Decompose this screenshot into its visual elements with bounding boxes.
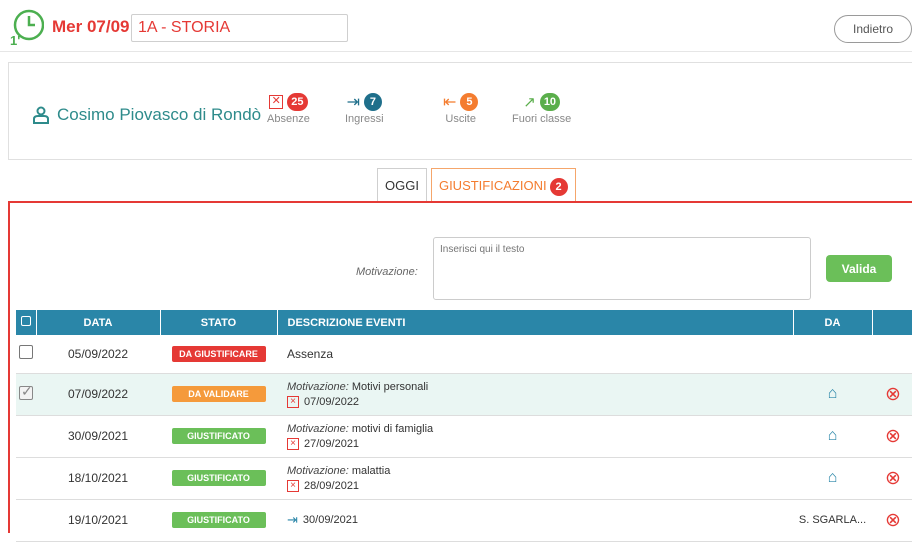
student-panel: Cosimo Piovasco di Rondò ✕ 25 Absenze ⇥ …	[8, 62, 912, 160]
lesson-date: Mer 07/09	[52, 17, 130, 36]
motivazione-input[interactable]	[433, 237, 811, 300]
user-icon	[33, 106, 49, 124]
status-badge: GIUSTIFICATO	[171, 428, 266, 444]
valida-button[interactable]: Valida	[826, 255, 892, 282]
table-row: 07/09/2022 DA VALIDARE Motivazione: Moti…	[16, 373, 912, 416]
event-date: 27/09/2021	[304, 437, 360, 450]
status-badge: GIUSTIFICATO	[171, 470, 266, 486]
stat-label: Fuori classe	[512, 113, 572, 125]
tabs: OGGI GIUSTIFICAZIONI 2	[377, 168, 576, 202]
table-row: 19/10/2021 GIUSTIFICATO ⇥ 30/09/2021 S. S…	[16, 499, 912, 542]
stat-label: Ingressi	[345, 113, 384, 125]
row-date: 07/09/2022	[36, 373, 160, 416]
count-badge: 2	[549, 178, 568, 196]
motivation-label: Motivazione:	[287, 422, 349, 435]
status-badge: DA VALIDARE	[171, 386, 266, 402]
motivation-label: Motivazione:	[287, 464, 349, 477]
event-date: 07/09/2022	[304, 395, 360, 408]
delete-icon[interactable]: ⊗	[885, 510, 901, 531]
select-all-checkbox[interactable]	[20, 316, 31, 326]
delete-icon[interactable]: ⊗	[885, 426, 901, 447]
motivazione-label: Motivazione:	[356, 266, 418, 278]
stat-count: 7	[363, 93, 382, 111]
col-descrizione: DESCRIZIONE EVENTI	[277, 310, 794, 335]
delete-icon[interactable]: ⊗	[885, 468, 901, 489]
delete-icon[interactable]: ⊗	[885, 384, 901, 405]
stat-label: Absenze	[267, 113, 310, 125]
event-date: 28/09/2021	[304, 479, 360, 492]
absence-icon: ×	[287, 479, 299, 492]
stat-ingressi[interactable]: ⇥ 7 Ingressi	[345, 91, 384, 125]
col-data: DATA	[36, 310, 161, 335]
row-description: Assenza	[277, 335, 793, 374]
row-date: 18/10/2021	[36, 457, 160, 500]
row-checkbox[interactable]	[19, 383, 33, 400]
tab-label: GIUSTIFICAZIONI	[438, 178, 547, 193]
clock-icon: 1'	[10, 9, 44, 46]
stat-count: 5	[460, 93, 479, 111]
motivation-text: Motivi personali	[348, 380, 429, 393]
table-row: 18/10/2021 GIUSTIFICATO Motivazione: mal…	[16, 457, 912, 500]
status-badge: GIUSTIFICATO	[171, 512, 266, 528]
tab-giustificazioni[interactable]: GIUSTIFICAZIONI 2	[430, 168, 576, 202]
student-name: Cosimo Piovasco di Rondò	[57, 105, 262, 124]
absence-icon: ×	[287, 395, 299, 408]
motivation-label: Motivazione:	[287, 380, 349, 393]
col-actions	[872, 310, 912, 335]
stat-fuori-classe[interactable]: ↗ 10 Fuori classe	[512, 91, 571, 125]
tab-oggi[interactable]: OGGI	[377, 168, 427, 202]
row-da: S. SGARLA...	[793, 499, 872, 542]
table-row: 30/09/2021 GIUSTIFICATO Motivazione: mot…	[16, 415, 912, 458]
row-checkbox[interactable]	[19, 345, 33, 360]
row-date: 30/09/2021	[36, 415, 160, 458]
justifications-panel: Motivazione: Valida DATA STATO DESCRIZIO…	[8, 201, 912, 542]
stat-label: Uscite	[445, 113, 476, 125]
exit-icon: ⇤	[443, 94, 457, 111]
row-motivation: Motivazione: motivi di famiglia	[287, 423, 793, 435]
family-home-icon: ⌂	[827, 427, 838, 444]
top-bar: 1' Mer 07/09 1A - STORIA Indietro	[0, 0, 912, 52]
table-row: 05/09/2022 DA GIUSTIFICARE Assenza	[16, 335, 912, 374]
stat-uscite[interactable]: ⇤ 5 Uscite	[443, 91, 479, 125]
row-date: 05/09/2022	[36, 335, 160, 374]
motivation-text: motivi di famiglia	[348, 422, 434, 435]
status-badge: DA GIUSTIFICARE	[171, 345, 266, 362]
family-home-icon: ⌂	[827, 385, 838, 402]
select-all-header[interactable]	[16, 310, 37, 335]
col-da: DA	[793, 310, 873, 335]
motivation-text: malattia	[348, 464, 391, 477]
stat-assenze[interactable]: ✕ 25 Absenze	[267, 91, 310, 125]
absence-icon: ✕	[269, 95, 284, 109]
col-stato: STATO	[160, 310, 278, 335]
external-link-icon: ↗	[523, 94, 536, 111]
entry-icon: ⇥	[287, 512, 298, 527]
student-info[interactable]: Cosimo Piovasco di Rondò	[33, 105, 261, 125]
svg-text:1': 1'	[10, 33, 20, 46]
family-home-icon: ⌂	[827, 469, 838, 486]
justifications-table: DATA STATO DESCRIZIONE EVENTI DA 05/09/2…	[16, 310, 912, 542]
absence-icon: ×	[287, 437, 299, 450]
stat-count: 10	[539, 93, 561, 111]
entry-icon: ⇥	[346, 94, 360, 111]
event-date: 30/09/2021	[302, 514, 358, 526]
back-button[interactable]: Indietro	[834, 15, 912, 43]
stat-count: 25	[287, 93, 308, 111]
class-subject-field[interactable]: 1A - STORIA	[131, 14, 348, 42]
row-date: 19/10/2021	[36, 499, 160, 542]
row-motivation: Motivazione: malattia	[287, 465, 793, 477]
row-motivation: Motivazione: Motivi personali	[287, 381, 793, 393]
